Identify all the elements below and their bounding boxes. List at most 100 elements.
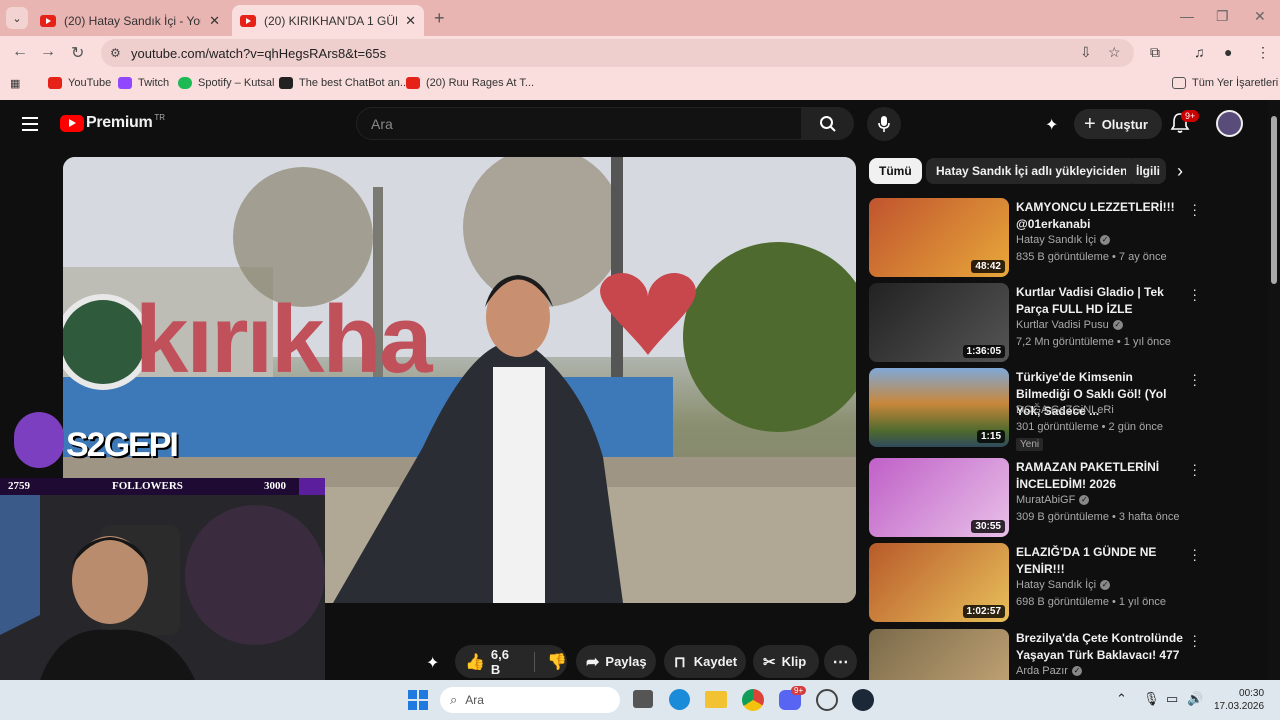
scissors-icon: ✂ <box>763 653 776 671</box>
chip-from-uploader[interactable]: Hatay Sandık İçi adlı yükleyiciden <box>926 158 1138 184</box>
thumbs-down-icon[interactable]: 👎 <box>547 652 567 672</box>
ask-ai-action-icon[interactable]: ✦ <box>426 653 439 673</box>
search-button[interactable] <box>802 107 854 140</box>
tab-search-button[interactable]: ⌄ <box>6 7 28 29</box>
more-menu-icon[interactable]: ⋮ <box>1256 44 1270 61</box>
recommendation-4[interactable]: 30:55 RAMAZAN PAKETLERİNİ İNCELEDİM! 202… <box>869 457 1209 538</box>
windows-start-icon[interactable] <box>408 690 428 710</box>
back-icon[interactable]: ← <box>12 43 28 61</box>
video-title[interactable]: RAMAZAN PAKETLERİNİ İNCELEDİM! 2026 <box>1016 459 1188 493</box>
kebab-menu-icon[interactable]: · · · <box>1192 542 1197 566</box>
create-button[interactable]: + Oluştur <box>1074 109 1162 139</box>
close-window-icon[interactable]: ✕ <box>1254 8 1266 25</box>
page-scrollbar[interactable] <box>1268 100 1280 680</box>
recommendation-2[interactable]: 1:36:05 Kurtlar Vadisi Gladio | Tek Parç… <box>869 282 1209 363</box>
clip-label: Klip <box>781 654 807 669</box>
maximize-icon[interactable]: ❐ <box>1216 8 1229 25</box>
minimize-icon[interactable]: — <box>1180 8 1194 24</box>
monitor-icon[interactable]: ▭ <box>1166 691 1178 707</box>
kebab-menu-icon[interactable]: · · · <box>1192 367 1197 391</box>
channel-name[interactable]: MuratAbiGF <box>1016 494 1075 506</box>
bookmark-twitch[interactable]: Twitch <box>118 77 169 89</box>
recommendation-3[interactable]: 1:15 Türkiye'de Kimsenin Bilmediği O Sak… <box>869 367 1209 451</box>
video-thumbnail[interactable]: 1:36:05 <box>869 283 1009 362</box>
recommendation-6[interactable]: Brezilya'da Çete Kontrolünde Yaşayan Tür… <box>869 629 1209 680</box>
forward-icon[interactable]: → <box>40 43 56 61</box>
site-info-icon[interactable]: ⚙ <box>110 46 128 60</box>
microphone-tray-icon[interactable]: 🎙 <box>1143 691 1160 707</box>
chrome-icon[interactable] <box>742 689 764 711</box>
task-view-icon[interactable] <box>633 690 653 708</box>
share-button[interactable]: ➦ Paylaş <box>576 645 656 678</box>
search-input[interactable]: Ara <box>356 107 802 140</box>
video-title[interactable]: ELAZIĞ'DA 1 GÜNDE NE YENİR!!! <box>1016 544 1188 578</box>
thumbs-up-icon[interactable]: 👍 <box>465 652 485 672</box>
system-clock[interactable]: 00:30 17.03.2026 <box>1214 687 1264 713</box>
file-explorer-icon[interactable] <box>705 691 727 708</box>
channel-name[interactable]: Kurtlar Vadisi Pusu <box>1016 319 1109 331</box>
video-thumbnail[interactable]: 48:42 <box>869 198 1009 277</box>
chip-related[interactable]: İlgili <box>1126 158 1166 184</box>
steam-icon[interactable] <box>852 689 874 711</box>
channel-name[interactable]: DOĞA GeZGiNLeRi <box>1016 404 1114 416</box>
taskbar-search[interactable]: ⌕ Ara <box>440 687 620 713</box>
video-thumbnail[interactable]: 1:15 <box>869 368 1009 447</box>
bookmark-star-icon[interactable]: ☆ <box>1108 44 1121 61</box>
apps-grid-icon[interactable]: ▦ <box>10 77 20 90</box>
channel-row: Hatay Sandık İçi ✓ <box>1016 579 1111 591</box>
close-tab-icon[interactable]: ✕ <box>405 13 416 29</box>
kebab-menu-icon[interactable]: · · · <box>1192 197 1197 221</box>
video-thumbnail[interactable]: 1:02:57 <box>869 543 1009 622</box>
save-button[interactable]: ⊓ Kaydet <box>664 645 746 678</box>
more-actions-icon[interactable]: ⋯ <box>824 645 857 678</box>
profile-icon[interactable]: ● <box>1224 44 1232 60</box>
verified-icon: ✓ <box>1112 320 1123 330</box>
recommendation-5[interactable]: 1:02:57 ELAZIĞ'DA 1 GÜNDE NE YENİR!!! Ha… <box>869 542 1209 623</box>
chip-all[interactable]: Tümü <box>869 158 922 184</box>
youtube-icon <box>48 77 62 89</box>
like-count[interactable]: 6,6 B <box>491 647 520 677</box>
install-app-icon[interactable]: ⇩ <box>1080 44 1092 61</box>
youtube-premium-logo[interactable]: Premium TR <box>60 113 165 132</box>
obs-icon[interactable] <box>816 689 838 711</box>
create-label: Oluştur <box>1101 116 1148 132</box>
video-title[interactable]: Kurtlar Vadisi Gladio | Tek Parça FULL H… <box>1016 284 1188 318</box>
extensions-icon[interactable]: ⧉ <box>1150 44 1160 61</box>
clip-button[interactable]: ✂ Klip <box>753 645 819 678</box>
scrollbar-thumb[interactable] <box>1271 116 1277 284</box>
tab-kirikhan[interactable]: (20) KIRIKHAN'DA 1 GÜNDE NE ✕ <box>232 5 424 36</box>
address-bar[interactable]: ⚙ youtube.com/watch?v=qhHegsRArs8&t=65s … <box>101 39 1134 67</box>
kebab-menu-icon[interactable]: · · · <box>1192 457 1197 481</box>
close-tab-icon[interactable]: ✕ <box>209 13 220 29</box>
media-control-icon[interactable]: ♫ <box>1194 44 1205 60</box>
hamburger-menu-icon[interactable] <box>22 117 38 135</box>
chevron-right-icon[interactable]: › <box>1177 161 1183 182</box>
voice-search-button[interactable] <box>867 107 901 141</box>
new-tab-button[interactable]: + <box>434 8 445 29</box>
account-avatar[interactable] <box>1216 110 1243 137</box>
kebab-menu-icon[interactable]: · · · <box>1192 629 1197 652</box>
bookmark-ruu[interactable]: (20) Ruu Rages At T... <box>406 77 534 89</box>
video-thumbnail[interactable]: 30:55 <box>869 458 1009 537</box>
video-thumbnail[interactable] <box>869 629 1009 680</box>
windows-logo-icon <box>408 690 428 710</box>
all-bookmarks[interactable]: Tüm Yer İşaretleri <box>1172 77 1278 89</box>
bookmark-spotify[interactable]: Spotify – Kutsal <box>178 77 274 89</box>
ask-ai-icon[interactable]: ✦ <box>1045 115 1058 135</box>
bookmark-youtube[interactable]: YouTube <box>48 77 111 89</box>
followers-current: 2759 <box>8 480 30 492</box>
speaker-icon[interactable]: 🔊 <box>1187 691 1203 707</box>
channel-name[interactable]: Hatay Sandık İçi <box>1016 579 1096 591</box>
twitch-icon <box>118 77 132 89</box>
video-title[interactable]: Brezilya'da Çete Kontrolünde Yaşayan Tür… <box>1016 630 1188 664</box>
video-title[interactable]: KAMYONCU LEZZETLERİ!!! @01erkanabi <box>1016 199 1188 233</box>
reload-icon[interactable]: ↻ <box>71 43 84 63</box>
chevron-up-icon[interactable]: ⌃ <box>1116 691 1127 707</box>
channel-name[interactable]: Hatay Sandık İçi <box>1016 234 1096 246</box>
kebab-menu-icon[interactable]: · · · <box>1192 282 1197 306</box>
edge-icon[interactable] <box>669 689 690 710</box>
tab-hatay-sandik-ici[interactable]: (20) Hatay Sandık İçi - YouTube ✕ <box>32 5 228 36</box>
recommendation-1[interactable]: 48:42 KAMYONCU LEZZETLERİ!!! @01erkanabi… <box>869 197 1209 278</box>
channel-name[interactable]: Arda Pazır <box>1016 665 1068 677</box>
bookmark-chatbot[interactable]: The best ChatBot an... <box>279 77 409 89</box>
